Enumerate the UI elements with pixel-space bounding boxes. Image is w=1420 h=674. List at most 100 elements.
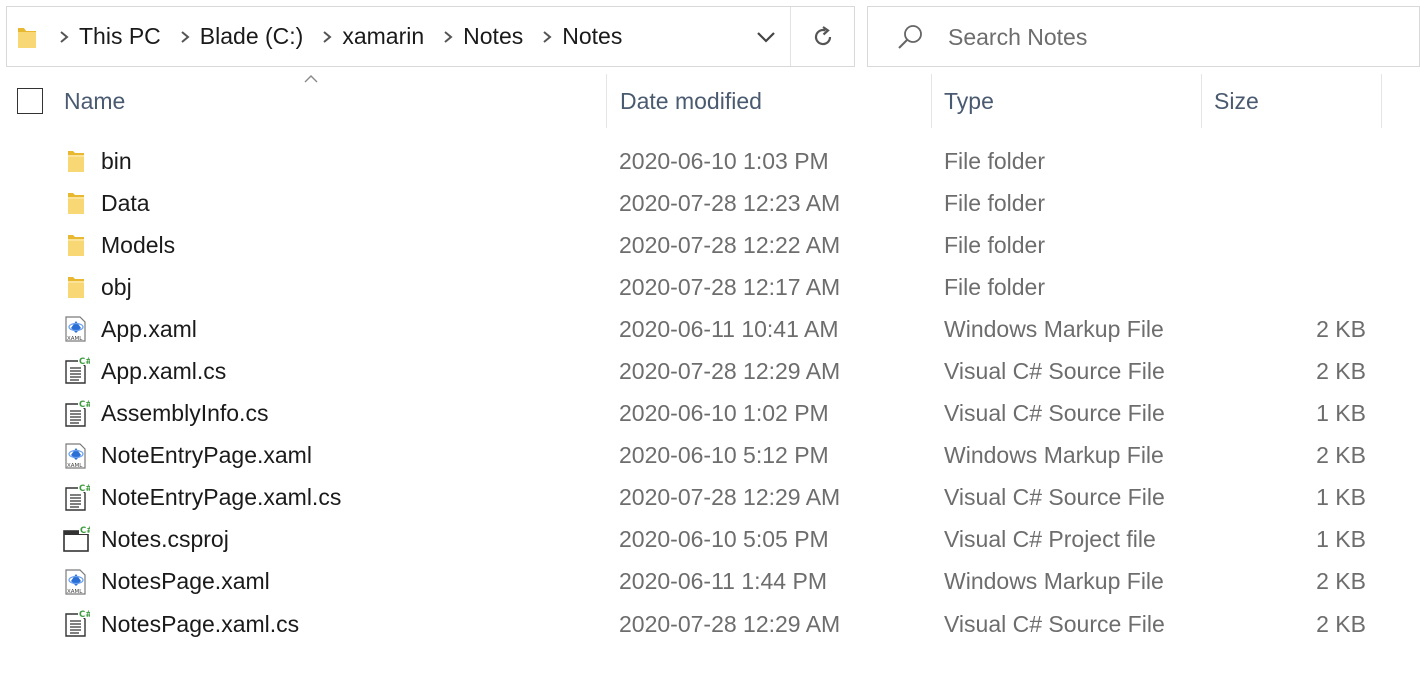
- breadcrumb-item-notes-current[interactable]: Notes: [534, 23, 633, 50]
- column-header-name[interactable]: Name: [64, 74, 604, 128]
- column-resize-handle[interactable]: [931, 74, 932, 128]
- recent-locations-button[interactable]: [743, 7, 789, 66]
- column-resize-handle[interactable]: [1201, 74, 1202, 128]
- breadcrumb-item-drive[interactable]: Blade (C:): [172, 23, 315, 50]
- file-type: Visual C# Source File: [944, 400, 1165, 427]
- breadcrumb-item-this-pc[interactable]: This PC: [51, 23, 172, 50]
- csharp-file-icon: C#: [62, 398, 92, 429]
- folder-icon: [18, 28, 36, 48]
- chevron-right-icon[interactable]: [172, 30, 198, 44]
- file-date-modified: 2020-07-28 12:29 AM: [619, 610, 841, 637]
- file-row[interactable]: XAML App.xaml 2020-06-11 10:41 AM Windows …: [0, 308, 1420, 350]
- search-icon: [898, 25, 922, 49]
- file-name: Data: [101, 189, 150, 216]
- chevron-right-icon[interactable]: [534, 30, 560, 44]
- svg-text:XAML: XAML: [67, 336, 83, 342]
- file-name: obj: [101, 273, 132, 300]
- file-row[interactable]: XAML NoteEntryPage.xaml 2020-06-10 5:12 P…: [0, 435, 1420, 477]
- search-box[interactable]: [867, 6, 1420, 67]
- breadcrumb-label[interactable]: Blade (C:): [198, 23, 315, 50]
- column-resize-handle[interactable]: [606, 74, 607, 128]
- svg-text:XAML: XAML: [67, 589, 83, 595]
- file-row[interactable]: C# Notes.csproj 2020-06-10 5:05 PM Visual …: [0, 519, 1420, 561]
- svg-text:XAML: XAML: [67, 463, 83, 469]
- file-row[interactable]: C# App.xaml.cs 2020-07-28 12:29 AM Visual …: [0, 350, 1420, 392]
- refresh-button[interactable]: [791, 7, 855, 66]
- column-header-size[interactable]: Size: [1214, 74, 1374, 128]
- file-date-modified: 2020-06-10 1:02 PM: [619, 400, 829, 427]
- file-date-modified: 2020-06-10 5:12 PM: [619, 442, 829, 469]
- file-row[interactable]: C# NotesPage.xaml.cs 2020-07-28 12:29 AM V…: [0, 603, 1420, 645]
- xaml-file-icon: XAML: [62, 441, 90, 471]
- breadcrumb-label[interactable]: This PC: [77, 23, 172, 50]
- file-row[interactable]: C# AssemblyInfo.cs 2020-06-10 1:02 PM Visu…: [0, 393, 1420, 435]
- file-size: 1 KB: [1316, 400, 1366, 427]
- file-name: NotesPage.xaml.cs: [101, 610, 300, 637]
- file-size: [1206, 224, 1366, 266]
- svg-text:C#: C#: [79, 610, 90, 620]
- file-name: Notes.csproj: [101, 526, 229, 553]
- breadcrumb-label[interactable]: Notes: [461, 23, 534, 50]
- file-size: 2 KB: [1316, 568, 1366, 595]
- file-size: 2 KB: [1316, 315, 1366, 342]
- file-date-modified: 2020-06-10 5:05 PM: [619, 526, 829, 553]
- file-type: Windows Markup File: [944, 315, 1164, 342]
- address-bar[interactable]: This PC Blade (C:) xamarin Notes Notes: [6, 6, 855, 67]
- file-size: 1 KB: [1316, 484, 1366, 511]
- file-name: NotesPage.xaml: [101, 568, 270, 595]
- file-size: 2 KB: [1316, 357, 1366, 384]
- file-name: App.xaml: [101, 315, 197, 342]
- file-row[interactable]: XAML NotesPage.xaml 2020-06-11 1:44 PM Win…: [0, 561, 1420, 603]
- breadcrumb: This PC Blade (C:) xamarin Notes Notes: [51, 7, 633, 66]
- file-row[interactable]: Models 2020-07-28 12:22 AM File folder: [0, 224, 1420, 266]
- column-header-label: Size: [1214, 87, 1259, 114]
- breadcrumb-label[interactable]: xamarin: [340, 23, 435, 50]
- select-all-checkbox[interactable]: [17, 88, 43, 114]
- column-header-label: Date modified: [620, 87, 762, 114]
- column-resize-handle[interactable]: [1381, 74, 1382, 128]
- file-date-modified: 2020-06-11 10:41 AM: [619, 315, 839, 342]
- file-type: File folder: [944, 231, 1045, 258]
- column-header-label: Type: [944, 87, 994, 114]
- file-date-modified: 2020-07-28 12:29 AM: [619, 484, 841, 511]
- column-header-type[interactable]: Type: [944, 74, 1194, 128]
- file-size: 2 KB: [1316, 442, 1366, 469]
- csharp-file-icon: C#: [62, 482, 92, 513]
- file-type: Visual C# Source File: [944, 484, 1165, 511]
- chevron-right-icon[interactable]: [435, 30, 461, 44]
- column-header-date[interactable]: Date modified: [620, 74, 920, 128]
- file-type: Windows Markup File: [944, 568, 1164, 595]
- file-type: File folder: [944, 147, 1045, 174]
- file-row[interactable]: C# NoteEntryPage.xaml.cs 2020-07-28 12:29…: [0, 477, 1420, 519]
- breadcrumb-item-xamarin[interactable]: xamarin: [314, 23, 435, 50]
- file-row[interactable]: Data 2020-07-28 12:23 AM File folder: [0, 182, 1420, 224]
- file-name: App.xaml.cs: [101, 357, 227, 384]
- file-name: AssemblyInfo.cs: [101, 400, 269, 427]
- file-row[interactable]: obj 2020-07-28 12:17 AM File folder: [0, 266, 1420, 308]
- file-name: bin: [101, 147, 132, 174]
- file-type: Windows Markup File: [944, 442, 1164, 469]
- folder-icon: [62, 272, 90, 302]
- file-name: NoteEntryPage.xaml: [101, 442, 312, 469]
- file-name: NoteEntryPage.xaml.cs: [101, 484, 342, 511]
- breadcrumb-item-notes-parent[interactable]: Notes: [435, 23, 534, 50]
- chevron-right-icon[interactable]: [314, 30, 340, 44]
- file-type: File folder: [944, 273, 1045, 300]
- folder-icon: [62, 230, 90, 260]
- file-date-modified: 2020-07-28 12:29 AM: [619, 357, 841, 384]
- breadcrumb-label[interactable]: Notes: [560, 23, 633, 50]
- xaml-file-icon: XAML: [62, 314, 90, 344]
- file-name: Models: [101, 231, 176, 258]
- file-type: File folder: [944, 189, 1045, 216]
- csharp-file-icon: C#: [62, 356, 92, 386]
- csproj-file-icon: C#: [62, 524, 93, 555]
- file-type: Visual C# Project file: [944, 526, 1156, 553]
- search-input[interactable]: [948, 20, 1388, 54]
- xaml-file-icon: XAML: [62, 567, 90, 597]
- chevron-right-icon[interactable]: [51, 30, 77, 44]
- refresh-icon: [814, 25, 832, 45]
- file-row[interactable]: bin 2020-06-10 1:03 PM File folder: [0, 140, 1420, 182]
- file-size: 2 KB: [1316, 610, 1366, 637]
- file-type: Visual C# Source File: [944, 357, 1165, 384]
- chevron-down-icon: [757, 31, 775, 43]
